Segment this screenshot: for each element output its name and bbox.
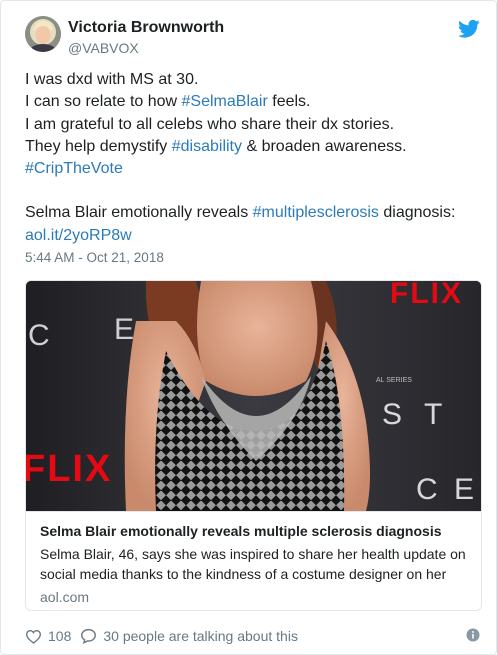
article-short-link[interactable]: aol.it/2yoRP8w [25,227,132,244]
tweet-embed: Victoria Brownworth @VABVOX I was dxd wi… [0,0,497,655]
tweet-line-3: I am grateful to all celebs who share th… [25,115,395,133]
hashtag-disability[interactable]: #disability [172,138,242,155]
card-description: Selma Blair, 46, says she was inspired t… [40,546,466,582]
card-image[interactable]: C E S T C E AL SERIES FLIX FLIX [26,281,481,511]
tweet-line-6: Selma Blair emotionally reveals #multipl… [25,202,485,224]
tweet-line-1: I was dxd with MS at 30. [25,71,199,88]
like-count: 108 [48,628,72,644]
tweet-text-span: They help demystify [25,137,172,155]
tweet-line-4: They help demystify #disability & broade… [25,136,485,158]
info-icon[interactable] [466,628,480,642]
tweet-timestamp[interactable]: 5:44 AM - Oct 21, 2018 [25,250,164,265]
backdrop-letter: E [114,313,134,346]
tweet-line-7: aol.it/2yoRP8w [25,225,485,247]
backdrop-small-text: AL SERIES [376,377,412,384]
author-block[interactable]: Victoria Brownworth @VABVOX [68,18,224,57]
conversation-link[interactable]: 30 people are talking about this [80,628,298,644]
backdrop-letter: T [424,398,442,431]
author-handle[interactable]: @VABVOX [68,39,224,57]
twitter-bird-icon[interactable] [458,19,480,39]
reply-bubble-icon [81,628,97,644]
card-title[interactable]: Selma Blair emotionally reveals multiple… [40,522,469,541]
tweet-text-span: diagnosis: [378,204,456,222]
tweet-line-5: #CripTheVote [25,158,485,180]
conversation-text: 30 people are talking about this [103,628,298,644]
tweet-text-span: & broaden awareness. [242,137,407,155]
like-button[interactable]: 108 [25,628,71,644]
avatar[interactable] [25,16,61,52]
netflix-logo-right: FLIX [390,281,463,310]
heart-icon [25,629,42,644]
hashtag-multiplesclerosis[interactable]: #multiplesclerosis [253,204,379,221]
tweet-text-span: Selma Blair emotionally reveals [25,204,253,222]
backdrop-letter: S [382,398,402,431]
tweet-actions: 108 30 people are talking about this [25,626,298,646]
link-card[interactable]: C E S T C E AL SERIES FLIX FLIX Selma Bl… [25,280,482,611]
backdrop-letter: C [416,473,438,506]
card-text[interactable]: Selma Blair emotionally reveals multiple… [26,511,481,610]
netflix-logo-left: FLIX [26,448,112,490]
backdrop-letter: C [28,319,54,352]
tweet-text: I was dxd with MS at 30. I can so relate… [25,69,485,247]
backdrop-letter: E [454,473,474,506]
hashtag-selmablair[interactable]: #SelmaBlair [182,93,268,110]
tweet-text-span: I can so relate to how [25,93,182,111]
hashtag-cripthevote[interactable]: #CripTheVote [25,160,123,177]
tweet-line-2: I can so relate to how #SelmaBlair feels… [25,91,485,113]
tweet-text-span: feels. [267,93,311,111]
author-name[interactable]: Victoria Brownworth [68,18,224,38]
card-domain: aol.com [40,589,90,605]
